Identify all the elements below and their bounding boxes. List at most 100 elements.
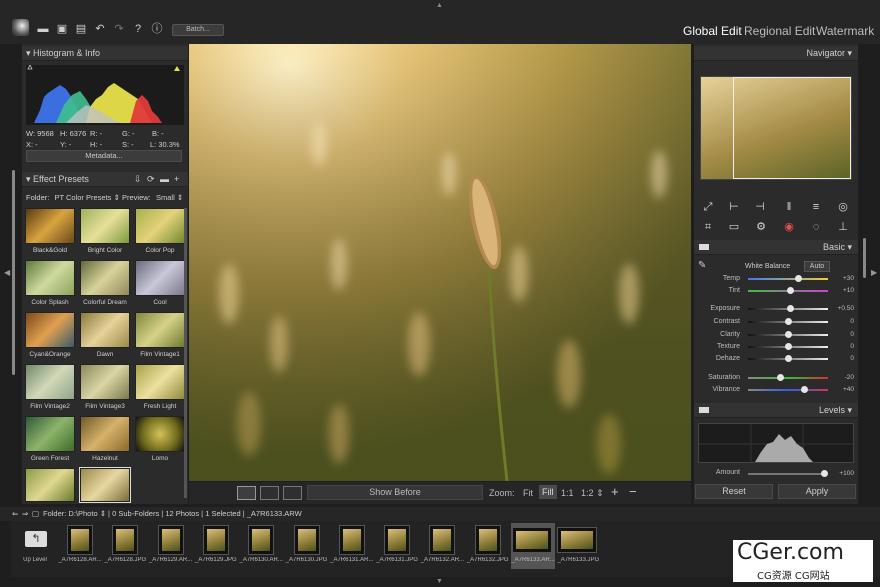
zoom-fit[interactable]: Fit bbox=[523, 488, 533, 498]
collapse-bottom-arrow[interactable]: ▼ bbox=[436, 578, 443, 585]
preset-folder-select[interactable]: PT Color Presets ⇕ bbox=[54, 193, 119, 202]
white-balance-auto-button[interactable]: Auto bbox=[804, 261, 830, 272]
transform-icon[interactable]: ⤢ bbox=[701, 201, 715, 213]
slider-track[interactable] bbox=[748, 377, 828, 379]
right-panel-toggle[interactable]: ▶ bbox=[871, 268, 877, 277]
reset-button[interactable]: Reset bbox=[695, 484, 773, 499]
single-view-button[interactable] bbox=[237, 486, 256, 500]
filmstrip-item[interactable]: _A7R6128.JPG bbox=[103, 523, 147, 569]
filmstrip-item[interactable]: _A7R6129.JPG bbox=[194, 523, 238, 569]
eyedropper-icon[interactable]: ✎ bbox=[698, 260, 706, 271]
preset-item[interactable]: Cyan&Orange bbox=[25, 312, 75, 360]
download-icon[interactable]: ⇩ bbox=[134, 172, 142, 187]
filmstrip-item[interactable]: _A7R6132.AR... bbox=[420, 523, 464, 569]
levels-graph[interactable] bbox=[698, 423, 855, 464]
curves-icon[interactable]: ⊢ bbox=[727, 201, 741, 213]
filmstrip-item[interactable]: _A7R6130.JPG bbox=[285, 523, 329, 569]
preset-item[interactable]: Film Vintage2 bbox=[25, 364, 75, 412]
preset-item[interactable]: Film Vintage1 bbox=[135, 312, 185, 360]
stack-view-button[interactable] bbox=[283, 486, 302, 500]
preset-item[interactable]: Lomo bbox=[135, 416, 185, 464]
stamp-icon[interactable]: ⊥ bbox=[836, 221, 850, 233]
save-icon[interactable]: ▣ bbox=[55, 22, 69, 36]
zoom-in-icon[interactable]: + bbox=[611, 484, 619, 499]
back-icon[interactable]: ⇐ bbox=[12, 507, 18, 521]
preset-item[interactable]: Color Splash bbox=[25, 260, 75, 308]
slider-knob[interactable] bbox=[785, 318, 792, 325]
refresh-icon[interactable]: ⟳ bbox=[147, 172, 155, 187]
batch-button[interactable]: Batch... bbox=[172, 24, 224, 36]
main-photo[interactable] bbox=[189, 44, 691, 481]
save-as-icon[interactable]: ▤ bbox=[74, 22, 88, 36]
preset-item[interactable]: Hazelnut bbox=[80, 416, 130, 464]
slider-knob[interactable] bbox=[794, 275, 802, 282]
preset-item[interactable]: Film Vintage3 bbox=[80, 364, 130, 412]
slider-knob[interactable] bbox=[785, 355, 792, 362]
preset-item[interactable]: Black&Gold bbox=[25, 208, 75, 256]
zoom-1-2[interactable]: 1:2 ⇕ bbox=[581, 488, 604, 499]
tab-global-edit[interactable]: Global Edit bbox=[683, 24, 742, 38]
preset-item[interactable]: Bright Color bbox=[80, 208, 130, 256]
levels-icon[interactable]: ⊣ bbox=[753, 201, 767, 213]
forward-icon[interactable]: ⇒ bbox=[22, 507, 28, 521]
preset-item[interactable] bbox=[25, 468, 75, 502]
slider-knob[interactable] bbox=[787, 305, 795, 312]
navigator-thumbnail[interactable] bbox=[700, 76, 852, 180]
undo-icon[interactable]: ↶ bbox=[93, 22, 107, 36]
info-icon[interactable]: ⓘ bbox=[150, 22, 164, 36]
preset-item[interactable]: Colorful Dream bbox=[80, 260, 130, 308]
presets-scrollbar[interactable] bbox=[184, 208, 187, 498]
slider-knob[interactable] bbox=[785, 331, 792, 338]
filmstrip-item[interactable]: _A7R6131.AR... bbox=[330, 523, 374, 569]
help-icon[interactable]: ? bbox=[131, 22, 145, 36]
straighten-icon[interactable]: ▭ bbox=[727, 221, 741, 233]
redo-icon[interactable]: ↷ bbox=[112, 22, 126, 36]
tab-watermark[interactable]: Watermark bbox=[816, 24, 874, 38]
tab-regional-edit[interactable]: Regional Edit bbox=[744, 24, 815, 38]
slider-knob[interactable] bbox=[785, 343, 792, 350]
apply-button[interactable]: Apply bbox=[778, 484, 856, 499]
histogram-header[interactable]: ▾ Histogram & Info bbox=[22, 46, 188, 61]
preset-item[interactable]: Dawn bbox=[80, 312, 130, 360]
channel-icon[interactable]: ‖ bbox=[782, 201, 796, 213]
navigator-header[interactable]: Navigator ▾ bbox=[694, 46, 858, 61]
preset-item[interactable]: Fresh Light bbox=[135, 364, 185, 412]
zoom-fill[interactable]: Fill bbox=[539, 485, 557, 499]
filmstrip-item[interactable]: _A7R6133.JPG bbox=[556, 523, 600, 569]
slider-track[interactable] bbox=[748, 278, 828, 280]
right-scrollbar[interactable] bbox=[863, 238, 866, 278]
crop-icon[interactable]: ⌗ bbox=[701, 221, 715, 233]
preset-item[interactable] bbox=[79, 467, 131, 503]
slider-knob[interactable] bbox=[787, 287, 795, 294]
preset-item[interactable]: Cool bbox=[135, 260, 185, 308]
show-before-button[interactable]: Show Before bbox=[307, 485, 483, 500]
list-icon[interactable]: ≡ bbox=[809, 201, 823, 213]
slider-knob[interactable] bbox=[801, 386, 808, 393]
split-view-button[interactable] bbox=[260, 486, 279, 500]
zoom-out-icon[interactable]: − bbox=[629, 484, 637, 499]
filmstrip-item[interactable]: _A7R6130.AR... bbox=[239, 523, 283, 569]
amount-track[interactable] bbox=[748, 473, 826, 475]
levels-header[interactable]: Levels ▾ bbox=[694, 403, 858, 418]
red-eye-icon[interactable]: ◉ bbox=[782, 221, 796, 233]
filmstrip-item[interactable]: _A7R6129.AR... bbox=[149, 523, 193, 569]
navigator-viewport[interactable] bbox=[733, 77, 851, 179]
preset-item[interactable]: Green Forest bbox=[25, 416, 75, 464]
metadata-button[interactable]: Metadata... bbox=[26, 150, 182, 162]
amount-knob[interactable] bbox=[821, 470, 828, 477]
lens-icon[interactable]: ⚙ bbox=[754, 221, 768, 233]
filmstrip-item[interactable]: _A7R6131.JPG bbox=[375, 523, 419, 569]
add-icon[interactable]: + bbox=[174, 172, 179, 187]
preset-preview-select[interactable]: Small ⇕ bbox=[156, 193, 183, 202]
preset-item[interactable]: Color Pop bbox=[135, 208, 185, 256]
left-scrollbar[interactable] bbox=[12, 170, 15, 375]
open-folder-icon[interactable]: ▬ bbox=[36, 22, 50, 36]
basic-toggle[interactable] bbox=[699, 244, 709, 250]
levels-toggle[interactable] bbox=[699, 407, 709, 413]
filmstrip-item[interactable]: _A7R6128.AR... bbox=[58, 523, 102, 569]
folder-icon[interactable]: ▬ bbox=[160, 172, 169, 187]
vignette-icon[interactable]: ◌ bbox=[809, 221, 823, 233]
filmstrip-item[interactable]: _A7R6133.AR... bbox=[511, 523, 555, 569]
basic-header[interactable]: Basic ▾ bbox=[694, 240, 858, 255]
target-icon[interactable]: ◎ bbox=[836, 201, 850, 213]
